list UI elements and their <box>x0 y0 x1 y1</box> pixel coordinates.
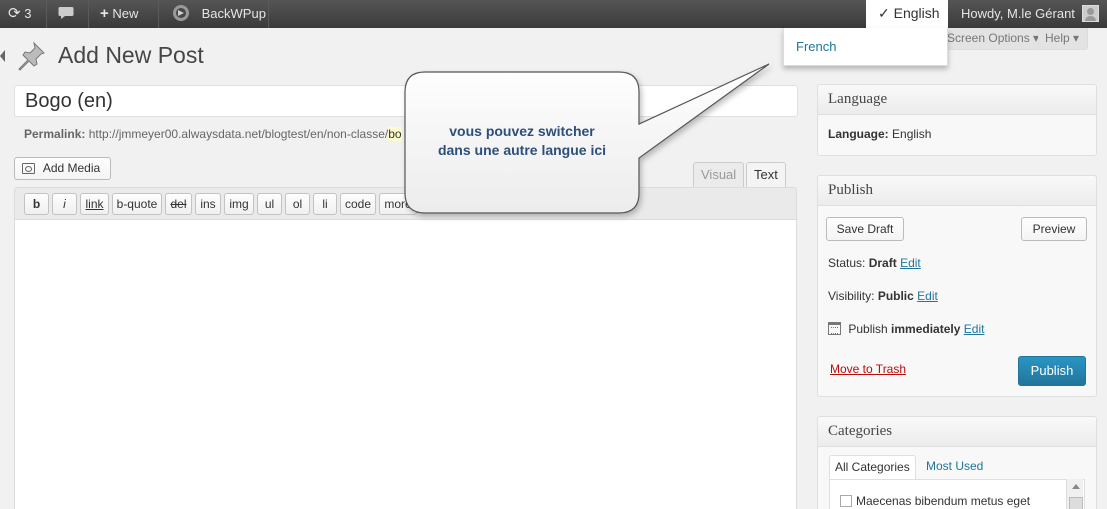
move-to-trash-label: Move to Trash <box>830 362 907 376</box>
backwpup-label: BackWPup <box>201 6 266 21</box>
qt-bold-button[interactable]: b <box>24 193 49 215</box>
language-box: Language Language: English <box>817 84 1097 156</box>
publish-button[interactable]: Publish <box>1018 356 1086 386</box>
qt-img-button[interactable]: img <box>224 193 254 215</box>
save-draft-button[interactable]: Save Draft <box>826 217 904 241</box>
qt-bquote-button[interactable]: b-quote <box>112 193 162 215</box>
language-current: English <box>893 5 940 21</box>
category-checkbox[interactable] <box>840 495 852 507</box>
tab-most-used[interactable]: Most Used <box>921 455 988 479</box>
publish-date-edit-link[interactable]: Edit <box>964 322 985 336</box>
visibility-label: Visibility: <box>828 289 875 303</box>
tab-all-categories[interactable]: All Categories <box>829 455 916 479</box>
language-switcher[interactable]: ✓ English <box>866 0 948 28</box>
visibility-row: Visibility: Public Edit <box>828 289 938 303</box>
updates-icon: ⟳ <box>8 5 21 22</box>
add-media-button[interactable]: Add Media <box>14 157 111 180</box>
visibility-value: Public <box>877 289 914 303</box>
publish-box: Publish Save Draft Preview Status: Draft… <box>817 175 1097 397</box>
permalink-label: Permalink: <box>24 127 86 141</box>
new-label: New <box>112 6 139 21</box>
category-list: Maecenas bibendum metus eget <box>829 479 1085 509</box>
status-value: Draft <box>868 256 897 270</box>
status-label: Status: <box>828 256 866 270</box>
preview-button[interactable]: Preview <box>1021 217 1087 241</box>
qt-li-button[interactable]: li <box>313 193 337 215</box>
category-scrollbar[interactable] <box>1066 479 1083 509</box>
media-icon <box>22 163 35 174</box>
backwpup-menu[interactable]: BackWPup <box>164 0 274 28</box>
qt-ul-button[interactable]: ul <box>257 193 282 215</box>
language-value: English <box>892 127 932 141</box>
scroll-up-icon[interactable] <box>1072 484 1080 489</box>
language-dropdown: French <box>783 28 948 66</box>
updates-menu[interactable]: ⟳ 3 <box>0 0 39 28</box>
comments-menu[interactable] <box>50 0 88 28</box>
admin-bar: ⟳ 3 + New BackWPup ✓ English Howdy, M.le… <box>0 0 1107 28</box>
qt-link-button[interactable]: link <box>80 193 109 215</box>
permalink-slug[interactable]: bo <box>388 127 402 141</box>
avatar[interactable] <box>1082 5 1099 22</box>
publish-label: Publish <box>848 322 888 336</box>
publish-value: immediately <box>891 322 961 336</box>
updates-count: 3 <box>24 6 32 21</box>
qt-ol-button[interactable]: ol <box>285 193 310 215</box>
help-button[interactable]: Help ▾ <box>1038 28 1088 50</box>
page-title: Add New Post <box>58 42 204 68</box>
new-content-menu[interactable]: + New <box>92 0 146 28</box>
pushpin-icon <box>18 41 45 71</box>
calendar-icon <box>828 322 841 335</box>
permalink-url[interactable]: http://jmmeyer00.alwaysdata.net/blogtest… <box>89 127 389 141</box>
add-media-label: Add Media <box>42 161 101 175</box>
menu-collapse-notch <box>0 50 5 62</box>
qt-code-button[interactable]: code <box>340 193 376 215</box>
categories-box-heading[interactable]: Categories <box>818 417 1096 447</box>
comment-bubble-icon <box>58 7 74 19</box>
plus-icon: + <box>100 5 109 22</box>
callout-line-1: vous pouvez switcher <box>449 123 595 139</box>
backwpup-icon <box>173 5 189 21</box>
callout-text: vous pouvez switcher dans une autre lang… <box>410 122 634 160</box>
language-label: Language: <box>828 127 889 141</box>
permalink: Permalink: http://jmmeyer00.alwaysdata.n… <box>24 127 402 141</box>
screen-options-button[interactable]: Screen Options ▾ <box>940 28 1047 50</box>
qt-ins-button[interactable]: ins <box>195 193 221 215</box>
my-account-menu[interactable]: Howdy, M.le Gérant <box>953 0 1083 28</box>
move-to-trash-link[interactable]: Move to Trash <box>830 362 906 376</box>
post-content-textarea[interactable] <box>14 220 797 509</box>
check-icon: ✓ <box>878 5 890 21</box>
qt-italic-button[interactable]: i <box>52 193 77 215</box>
publish-box-heading[interactable]: Publish <box>818 176 1096 206</box>
language-option-french[interactable]: French <box>796 39 836 54</box>
list-item[interactable]: Maecenas bibendum metus eget <box>840 494 1030 508</box>
qt-del-button[interactable]: del <box>165 193 192 215</box>
status-edit-link[interactable]: Edit <box>900 256 921 270</box>
language-box-heading[interactable]: Language <box>818 85 1096 115</box>
callout-line-2: dans une autre langue ici <box>437 142 607 158</box>
status-row: Status: Draft Edit <box>828 256 921 270</box>
language-row: Language: English <box>828 127 931 141</box>
category-label: Maecenas bibendum metus eget <box>856 494 1031 508</box>
visibility-edit-link[interactable]: Edit <box>917 289 938 303</box>
publish-date-row: Publish immediately Edit <box>828 322 984 336</box>
howdy-text: Howdy, M.le Gérant <box>961 6 1075 21</box>
